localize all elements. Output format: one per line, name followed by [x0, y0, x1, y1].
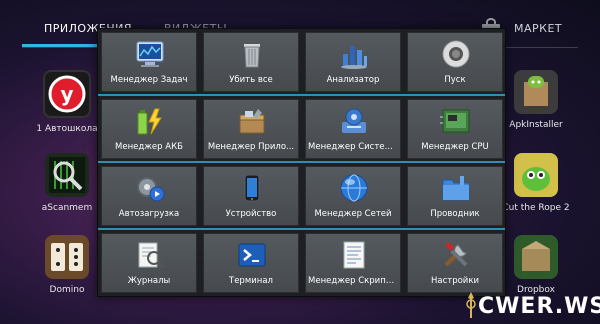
cut-the-rope-icon	[514, 153, 558, 197]
cpu-manager-button[interactable]: Менеджер CPU	[407, 99, 503, 159]
bg-app-cut-the-rope[interactable]: Cut the Rope 2	[501, 153, 571, 213]
bg-app-label: Cut the Rope 2	[502, 203, 570, 213]
row-divider	[98, 228, 505, 230]
bg-app-label: 1 Автошкола	[36, 124, 98, 134]
script-manager-button[interactable]: Менеджер Скрипт...	[305, 233, 401, 293]
system-manager-button[interactable]: Менеджер Систем...	[305, 99, 401, 159]
menu-item-label: Проводник	[430, 209, 480, 219]
autostart-button[interactable]: Автозагрузка	[101, 166, 197, 226]
battery-icon	[137, 108, 162, 135]
device-button[interactable]: Устройство	[203, 166, 299, 226]
menu-item-label: Автозагрузка	[118, 209, 180, 219]
menu-item-label: Менеджер Систем...	[308, 142, 398, 152]
watermark-text: CWER.WS	[478, 294, 600, 319]
analyzer-button[interactable]: Анализатор	[305, 32, 401, 92]
bg-app-apkinstaller[interactable]: ApkInstaller	[501, 70, 571, 130]
terminal-icon	[238, 243, 266, 267]
dropbox-icon	[514, 235, 558, 279]
svg-text:у: у	[60, 82, 73, 106]
menu-item-label: Менеджер Прило...	[207, 142, 295, 152]
task-manager-button[interactable]: Менеджер Задач	[101, 32, 197, 92]
bg-app-ascanmem[interactable]: aScanmem	[32, 153, 102, 213]
menu-item-label: Терминал	[229, 276, 273, 286]
menu-item-label: Убить все	[229, 75, 273, 85]
scanmem-icon	[45, 153, 89, 197]
bg-app-label: ApkInstaller	[509, 120, 563, 130]
menu-row: Менеджер Задач Убить все Анализатор Пуск	[101, 32, 503, 92]
menu-item-label: Анализатор	[326, 75, 380, 85]
explorer-icon	[442, 176, 470, 201]
menu-row: Журналы Терминал Менеджер Скрипт... Наст…	[101, 233, 503, 293]
explorer-button[interactable]: Проводник	[407, 166, 503, 226]
menu-item-label: Журналы	[127, 276, 171, 286]
menu-row: Менеджер АКБ Менеджер Прило... Менеджер …	[101, 99, 503, 159]
device-icon	[244, 174, 260, 202]
menu-item-label: Пуск	[444, 75, 466, 85]
terminal-button[interactable]: Терминал	[203, 233, 299, 293]
domino-icon	[45, 235, 89, 279]
apkinstaller-icon	[514, 70, 558, 114]
row-divider	[98, 94, 505, 96]
network-icon	[340, 174, 368, 202]
menu-item-label: Менеджер Сетей	[314, 209, 392, 219]
trash-bin-icon	[244, 44, 260, 68]
app-manager-icon	[239, 109, 265, 134]
autoschool-icon: у	[43, 70, 91, 118]
battery-manager-button[interactable]: Менеджер АКБ	[101, 99, 197, 159]
watermark: CWER.WS	[462, 288, 600, 324]
menu-item-label: Менеджер Задач	[110, 75, 188, 85]
kill-all-button[interactable]: Убить все	[203, 32, 299, 92]
menu-item-label: Менеджер CPU	[421, 142, 489, 152]
bg-app-label: Domino	[49, 285, 85, 295]
logs-button[interactable]: Журналы	[101, 233, 197, 293]
menu-item-label: Менеджер АКБ	[115, 142, 183, 152]
menu-item-label: Устройство	[225, 209, 277, 219]
menu-row: Автозагрузка Устройство Менеджер Сетей П…	[101, 166, 503, 226]
analyzer-icon	[341, 46, 367, 69]
app-manager-button[interactable]: Менеджер Прило...	[203, 99, 299, 159]
autostart-icon	[137, 177, 165, 202]
menu-item-label: Менеджер Скрипт...	[308, 276, 398, 286]
cpu-icon	[440, 109, 470, 133]
bg-app-domino[interactable]: Domino	[32, 235, 102, 295]
settings-button[interactable]: Настройки	[407, 233, 503, 293]
task-manager-icon	[136, 41, 164, 67]
row-divider	[98, 161, 505, 163]
start-button[interactable]: Пуск	[407, 32, 503, 92]
settings-icon	[444, 241, 468, 267]
quick-menu-overlay: Менеджер Задач Убить все Анализатор Пуск…	[97, 28, 506, 297]
start-icon	[442, 40, 470, 68]
bg-app-autoschool[interactable]: у 1 Автошкола	[32, 70, 102, 134]
logs-icon	[138, 242, 165, 269]
tab-market[interactable]: МАРКЕТ	[514, 22, 562, 35]
bg-app-label: aScanmem	[41, 203, 93, 213]
system-manager-icon	[342, 108, 366, 133]
bg-app-dropbox[interactable]: Dropbox	[501, 235, 571, 295]
menu-item-label: Настройки	[430, 276, 479, 286]
script-manager-icon	[343, 241, 365, 269]
network-manager-button[interactable]: Менеджер Сетей	[305, 166, 401, 226]
